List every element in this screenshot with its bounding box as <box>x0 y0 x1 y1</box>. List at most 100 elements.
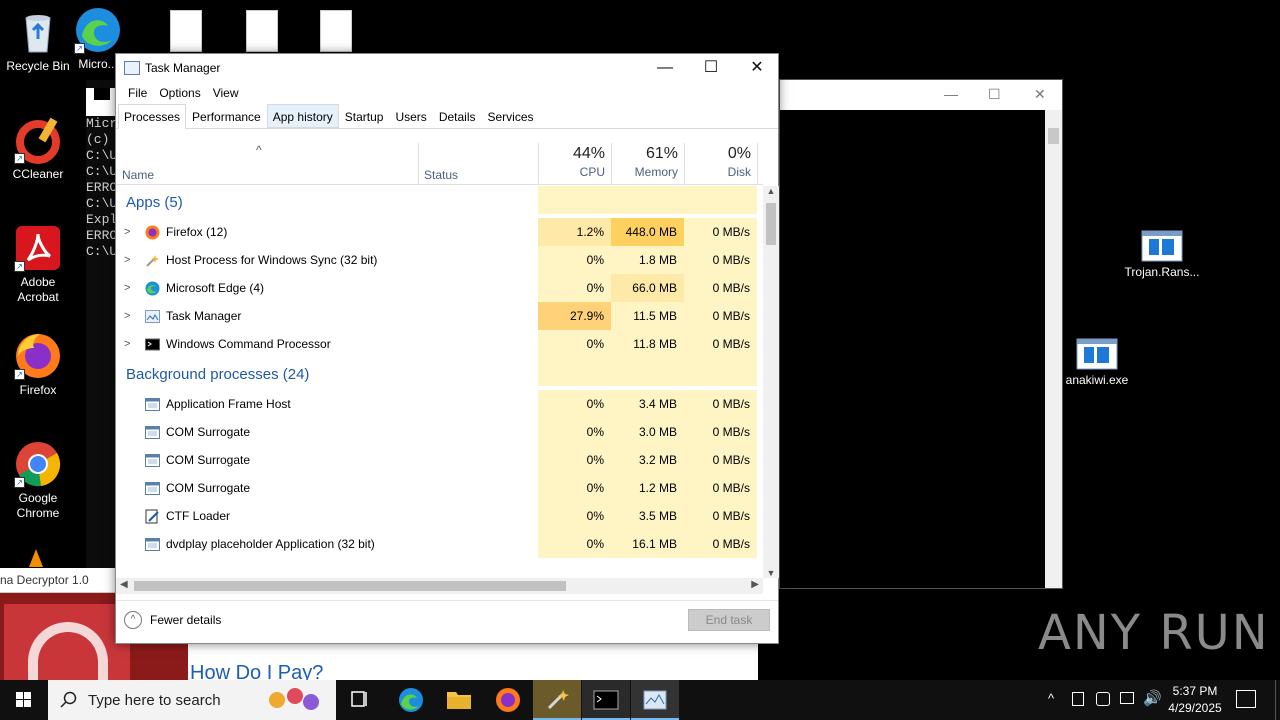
cmd-window-background[interactable]: Micr (c) C:\U C:\U ERRO C:\U Expl ERRO C… <box>86 80 116 590</box>
memory-cell: 11.8 MB <box>611 330 684 358</box>
background-window-titlebar[interactable]: — ☐ ✕ <box>780 80 1062 110</box>
start-button[interactable] <box>0 680 48 720</box>
scroll-thumb[interactable] <box>134 581 566 591</box>
fewer-details-button[interactable]: ^ Fewer details <box>124 611 221 629</box>
column-disk[interactable]: 0% Disk <box>684 143 757 185</box>
column-memory[interactable]: 61% Memory <box>611 143 684 185</box>
cpu-cell: 1.2% <box>538 218 611 246</box>
process-row[interactable]: > Firefox (12) 1.2% 448.0 MB 0 MB/s <box>116 218 763 246</box>
horizontal-scrollbar[interactable]: ◀ ▶ <box>116 578 763 594</box>
network-icon[interactable] <box>1120 692 1134 704</box>
menu-file[interactable]: File <box>122 82 153 104</box>
scroll-thumb[interactable] <box>766 203 776 245</box>
chevron-right-icon[interactable]: > <box>124 246 130 274</box>
process-row[interactable]: Application Frame Host 0% 3.4 MB 0 MB/s <box>116 390 763 418</box>
scroll-left-arrow-icon[interactable]: ◀ <box>120 579 128 590</box>
tab-app-history[interactable]: App history <box>266 104 339 128</box>
battery-icon[interactable] <box>1072 692 1084 706</box>
vertical-scrollbar[interactable]: ▲ ▼ <box>763 186 779 578</box>
chevron-right-icon[interactable]: > <box>124 330 130 358</box>
group-header[interactable]: Background processes (24) <box>116 358 763 390</box>
background-window[interactable]: — ☐ ✕ <box>779 79 1063 589</box>
tab-performance[interactable]: Performance <box>186 104 267 128</box>
shortcut-arrow-icon: ↗ <box>14 477 25 488</box>
ctf-loader-icon <box>145 509 160 524</box>
desktop-icon-adobe-acrobat[interactable]: ↗ Adobe Acrobat <box>0 224 76 305</box>
minimize-button[interactable]: — <box>642 54 688 82</box>
taskbar-file-explorer[interactable] <box>435 680 483 720</box>
group-title: Apps (5) <box>126 194 183 211</box>
scroll-right-arrow-icon[interactable]: ▶ <box>751 579 759 590</box>
maximize-button[interactable]: ☐ <box>688 54 734 82</box>
taskbar-edge[interactable] <box>387 680 435 720</box>
cpu-cell: 0% <box>538 474 611 502</box>
clock-time: 5:37 PM <box>1172 684 1218 698</box>
desktop-icon-recycle-bin[interactable]: Recycle Bin <box>0 8 76 74</box>
chevron-right-icon[interactable]: > <box>124 218 130 246</box>
taskbar-ransomware[interactable] <box>533 680 581 720</box>
taskbar-firefox[interactable] <box>484 680 532 720</box>
column-cpu[interactable]: 44% CPU <box>538 143 611 185</box>
process-row[interactable]: dvdplay placeholder Application (32 bit)… <box>116 530 763 558</box>
ccleaner-icon: ↗ <box>14 116 62 164</box>
group-header[interactable]: Apps (5) <box>116 186 763 218</box>
chevron-right-icon[interactable]: > <box>124 274 130 302</box>
scroll-thumb[interactable] <box>1048 128 1059 144</box>
close-icon[interactable]: ✕ <box>1034 86 1046 103</box>
process-row[interactable]: > Windows Command Processor 0% 11.8 MB 0 MB/… <box>116 330 763 358</box>
end-task-button[interactable]: End task <box>688 609 770 631</box>
cmd-icon <box>94 88 110 100</box>
process-row[interactable]: COM Surrogate 0% 3.0 MB 0 MB/s <box>116 418 763 446</box>
process-row[interactable]: COM Surrogate 0% 1.2 MB 0 MB/s <box>116 474 763 502</box>
desktop-icon-trojan[interactable]: Trojan.Rans... <box>1122 230 1202 280</box>
task-view-button[interactable] <box>336 680 384 720</box>
desktop-icon-ccleaner[interactable]: ↗ CCleaner <box>0 116 76 182</box>
desktop-icon-firefox[interactable]: ↗ Firefox <box>0 332 76 398</box>
scroll-down-arrow-icon[interactable]: ▼ <box>763 568 779 578</box>
minimize-icon[interactable]: — <box>944 86 958 102</box>
desktop-icon-google-chrome[interactable]: ↗ Google Chrome <box>0 440 76 521</box>
app-window-icon <box>145 397 160 411</box>
taskbar-search[interactable]: Type here to search <box>48 680 336 720</box>
vlc-icon[interactable] <box>26 548 46 568</box>
tab-startup[interactable]: Startup <box>339 104 390 128</box>
sync-icon[interactable] <box>1096 692 1110 706</box>
tab-services[interactable]: Services <box>482 104 540 128</box>
cpu-cell: 0% <box>538 446 611 474</box>
desktop-file-icon[interactable] <box>320 10 352 52</box>
cmd-titlebar[interactable] <box>86 88 116 116</box>
background-window-scrollbar[interactable] <box>1045 110 1062 588</box>
taskbar-task-manager[interactable] <box>631 680 679 720</box>
close-button[interactable]: ✕ <box>734 54 780 82</box>
tab-processes[interactable]: Processes <box>118 104 187 129</box>
cmd-line: ERRO <box>86 180 116 195</box>
taskbar-cmd[interactable] <box>582 680 630 720</box>
process-row[interactable]: > Microsoft Edge (4) 0% 66.0 MB 0 MB/s <box>116 274 763 302</box>
cmd-line: Micr <box>86 116 116 131</box>
column-status[interactable]: Status <box>424 168 458 182</box>
process-list[interactable]: Apps (5) > Firefox (12) 1.2% 448.0 MB 0 MB/s >… <box>116 186 763 578</box>
process-row[interactable]: > Task Manager 27.9% 11.5 MB 0 MB/s <box>116 302 763 330</box>
menu-view[interactable]: View <box>207 82 245 104</box>
desktop-file-icon[interactable] <box>170 10 202 52</box>
notifications-icon[interactable] <box>1236 690 1256 708</box>
process-row[interactable]: COM Surrogate 0% 3.2 MB 0 MB/s <box>116 446 763 474</box>
task-manager-window[interactable]: Task Manager — ☐ ✕ File Options View Pro… <box>115 53 779 644</box>
chevron-right-icon[interactable]: > <box>124 302 130 330</box>
maximize-icon[interactable]: ☐ <box>988 86 1001 103</box>
desktop-icon-anakiwi[interactable]: anakiwi.exe <box>1062 338 1132 388</box>
tab-details[interactable]: Details <box>433 104 482 128</box>
wand-icon <box>547 690 569 710</box>
volume-icon[interactable]: 🔊 <box>1143 689 1162 707</box>
show-desktop-button[interactable] <box>1275 680 1280 720</box>
process-row[interactable]: > Host Process for Windows Sync (32 bit) 0… <box>116 246 763 274</box>
process-row[interactable]: CTF Loader 0% 3.5 MB 0 MB/s <box>116 502 763 530</box>
menu-options[interactable]: Options <box>153 82 206 104</box>
tab-users[interactable]: Users <box>389 104 432 128</box>
clock[interactable]: 5:37 PM 4/29/2025 <box>1160 683 1230 717</box>
scroll-up-arrow-icon[interactable]: ▲ <box>763 186 779 196</box>
chevron-up-icon[interactable]: ^ <box>1048 691 1054 706</box>
task-manager-titlebar[interactable]: Task Manager — ☐ ✕ <box>116 54 778 82</box>
column-name[interactable]: Name <box>122 168 154 182</box>
desktop-file-icon[interactable] <box>246 10 278 52</box>
